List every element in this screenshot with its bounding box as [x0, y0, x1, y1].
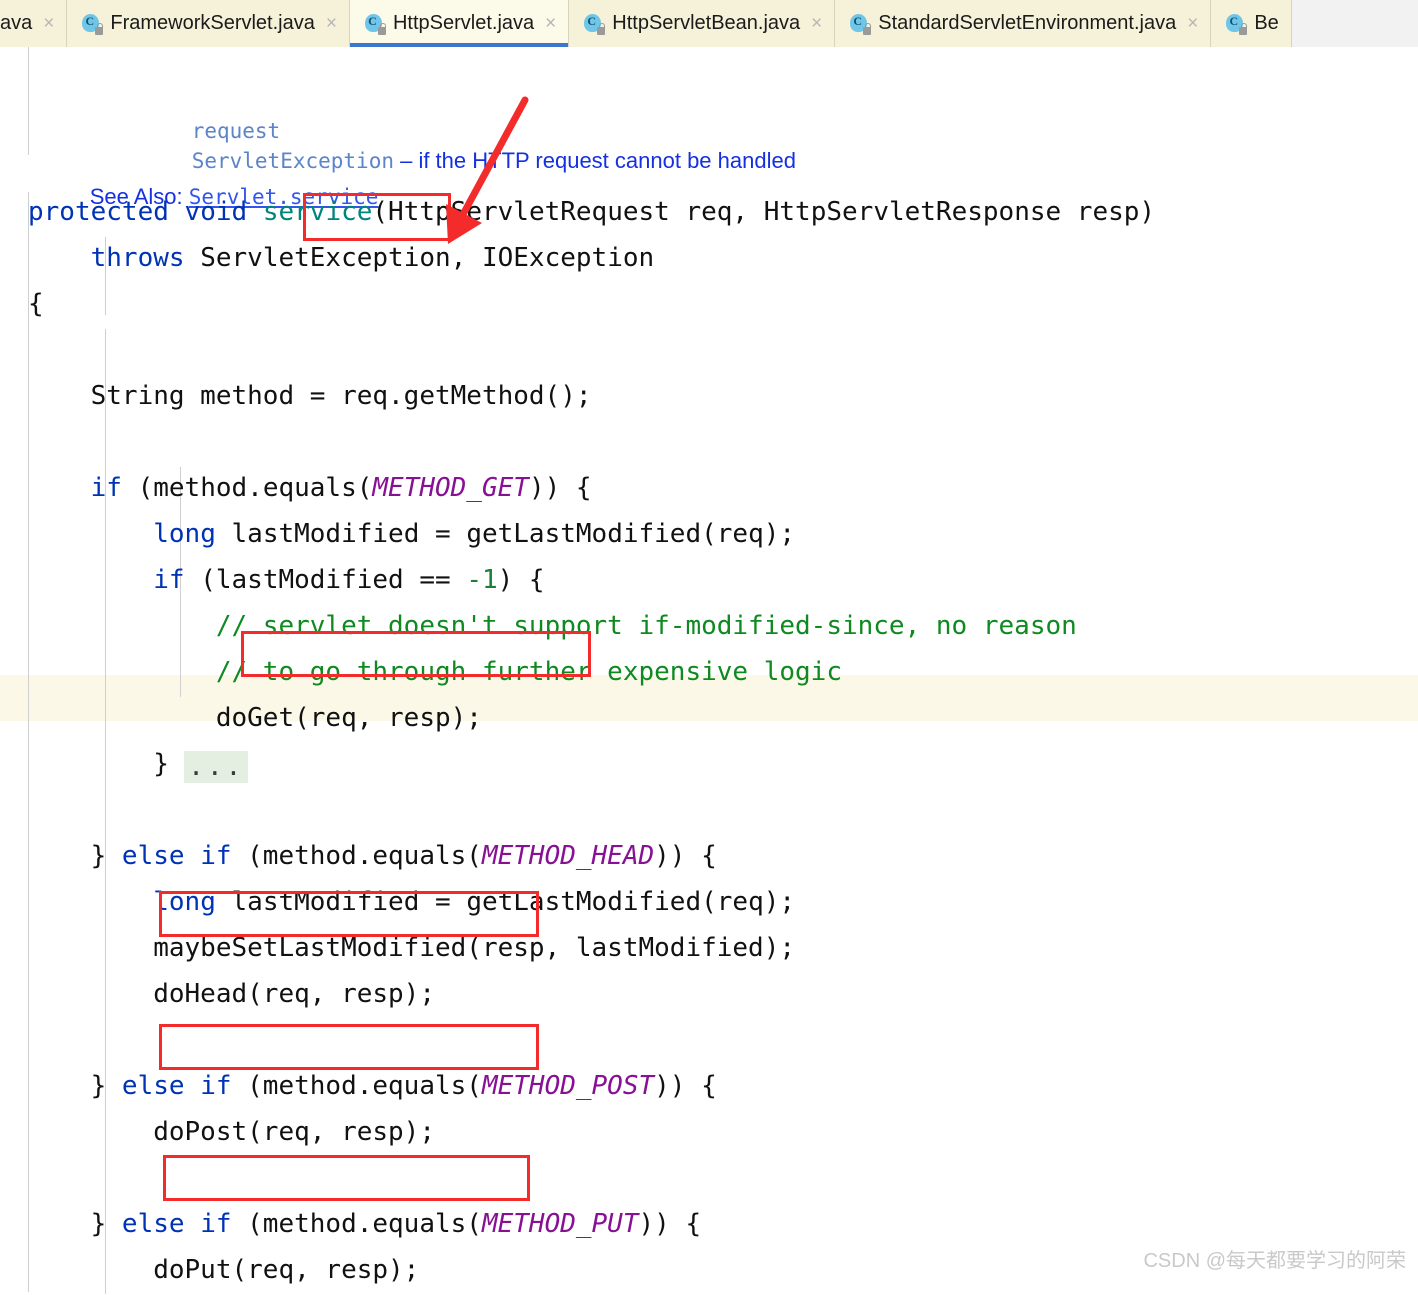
- code-line: } else if (method.equals(METHOD_HEAD)) {: [28, 833, 717, 879]
- code-token: else if: [121, 1209, 232, 1239]
- code-token: METHOD_GET: [372, 473, 529, 503]
- code-token: if: [153, 565, 185, 595]
- code-line: maybeSetLastModified(resp, lastModified)…: [28, 925, 795, 971]
- editor-tab-label: HttpServletBean.java: [612, 12, 801, 34]
- editor-tab-ava[interactable]: ava ×: [0, 0, 68, 47]
- code-line: } else if (method.equals(METHOD_PUT)) {: [28, 1201, 702, 1247]
- code-line: doGet(req, resp);: [28, 695, 482, 741]
- editor-tab-label: Be: [1254, 12, 1279, 34]
- code-token: long: [153, 887, 216, 917]
- code-token: ) {: [497, 565, 545, 595]
- code-token: METHOD_PUT: [481, 1209, 639, 1239]
- code-token: (lastModified ==: [184, 565, 467, 595]
- code-token: (method.equals(: [231, 841, 482, 871]
- code-token: long: [153, 519, 216, 549]
- java-class-locked-icon: C: [364, 12, 386, 36]
- code-token: else if: [121, 841, 232, 871]
- code-token: if: [90, 473, 122, 503]
- code-token: lastModified = getLastModified(req);: [215, 519, 796, 549]
- code-line: doHead(req, resp);: [28, 971, 435, 1017]
- code-token: (HttpServletRequest req, HttpServletResp…: [372, 197, 1156, 227]
- code-line: throws ServletException, IOException: [28, 235, 655, 281]
- code-token: }: [28, 841, 122, 871]
- code-line: long lastModified = getLastModified(req)…: [28, 879, 795, 925]
- code-token: // to go through further expensive logic: [215, 657, 842, 687]
- code-token: doGet(req, resp);: [28, 703, 482, 733]
- code-token: (method.equals(: [231, 1071, 482, 1101]
- editor-tab-label: FrameworkServlet.java: [110, 12, 315, 34]
- code-token: String method = req.getMethod();: [28, 381, 592, 411]
- code-line: // servlet doesn't support if-modified-s…: [28, 603, 1077, 649]
- editor-tab-bar: ava × C FrameworkServlet.java × C HttpServlet.…: [0, 0, 1418, 47]
- code-token: )) {: [638, 1209, 702, 1239]
- code-line: if (lastModified == -1) {: [28, 557, 545, 603]
- code-token: lastModified = getLastModified(req);: [215, 887, 796, 917]
- java-class-locked-icon: C: [1225, 12, 1248, 36]
- code-editor[interactable]: request ServletException – if the HTTP r…: [0, 47, 1418, 1295]
- code-line: protected void service(HttpServletReques…: [28, 189, 1155, 235]
- code-token: ServletException, IOException: [200, 243, 655, 273]
- code-line: String method = req.getMethod();: [28, 373, 592, 419]
- code-line: }: [28, 741, 169, 787]
- code-token: void: [184, 197, 263, 227]
- editor-tab-standardservletenvironment-java[interactable]: C StandardServletEnvironment.java ×: [835, 0, 1212, 47]
- code-token: // servlet doesn't support if-modified-s…: [215, 611, 1077, 641]
- code-token: )) {: [528, 473, 592, 503]
- java-class-locked-icon: C: [849, 12, 872, 36]
- code-fold-placeholder[interactable]: ...: [184, 751, 249, 783]
- code-token: {: [28, 289, 44, 319]
- javadoc-throws-desc: – if the HTTP request cannot be handled: [393, 148, 796, 173]
- close-icon[interactable]: ×: [545, 14, 556, 33]
- code-token: )) {: [654, 841, 717, 871]
- code-token: }: [28, 1209, 122, 1239]
- close-icon[interactable]: ×: [1187, 14, 1198, 33]
- code-token: service: [262, 197, 373, 227]
- code-token: (method.equals(: [121, 473, 373, 503]
- close-icon[interactable]: ×: [326, 14, 337, 33]
- code-line: long lastModified = getLastModified(req)…: [28, 511, 795, 557]
- code-token: }: [28, 1071, 122, 1101]
- code-line: } else if (method.equals(METHOD_POST)) {: [28, 1063, 717, 1109]
- code-line: doPost(req, resp);: [28, 1109, 435, 1155]
- code-line: // to go through further expensive logic: [28, 649, 842, 695]
- code-token: throws: [90, 243, 201, 273]
- indent-guide: [28, 47, 29, 155]
- watermark: CSDN @每天都要学习的阿荣: [1143, 1250, 1406, 1272]
- code-token: doPost(req, resp);: [28, 1117, 435, 1147]
- code-token: protected: [28, 197, 185, 227]
- editor-tab-httpservlet-java[interactable]: C HttpServlet.java ×: [349, 0, 570, 47]
- code-token: (method.equals(: [231, 1209, 482, 1239]
- editor-tab-label: HttpServlet.java: [392, 12, 535, 34]
- code-token: doHead(req, resp);: [28, 979, 435, 1009]
- editor-tab-httpservletbean-java[interactable]: C HttpServletBean.java ×: [569, 0, 836, 47]
- code-token: -1: [466, 565, 498, 595]
- code-line: doPut(req, resp);: [28, 1247, 419, 1293]
- code-line: if (method.equals(METHOD_GET)) {: [28, 465, 592, 511]
- close-icon[interactable]: ×: [43, 14, 54, 33]
- code-token: maybeSetLastModified(resp, lastModified)…: [28, 933, 796, 963]
- code-line: {: [28, 281, 44, 327]
- java-class-locked-icon: C: [81, 12, 104, 36]
- editor-tab-label: StandardServletEnvironment.java: [878, 12, 1177, 34]
- code-token: )) {: [654, 1071, 717, 1101]
- editor-tab-frameworkservlet-java[interactable]: C FrameworkServlet.java ×: [67, 0, 350, 47]
- highlight-box-doput: [163, 1155, 530, 1201]
- java-class-locked-icon: C: [583, 12, 606, 36]
- close-icon[interactable]: ×: [811, 14, 822, 33]
- code-token: doPut(req, resp);: [28, 1255, 420, 1285]
- code-token: }: [28, 749, 169, 779]
- code-token: METHOD_POST: [481, 1071, 655, 1101]
- editor-tab-be[interactable]: C Be: [1211, 0, 1292, 47]
- code-token: else if: [121, 1071, 232, 1101]
- editor-tab-label: ava: [0, 12, 33, 34]
- code-token: METHOD_HEAD: [481, 841, 655, 871]
